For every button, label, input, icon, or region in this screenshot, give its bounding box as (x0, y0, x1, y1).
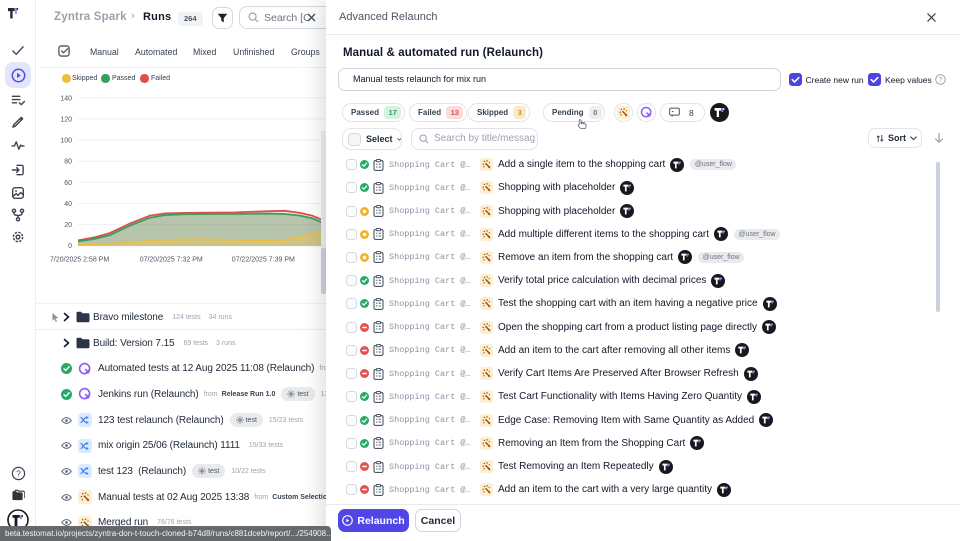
svg-text:7/20/2025 2:58 PM: 7/20/2025 2:58 PM (50, 257, 109, 264)
svg-text:100: 100 (60, 138, 72, 145)
svg-text:0: 0 (68, 243, 72, 250)
svg-text:140: 140 (60, 95, 72, 102)
svg-text:?: ? (16, 468, 21, 478)
svg-text:80: 80 (64, 159, 72, 166)
svg-text:40: 40 (64, 201, 72, 208)
svg-text:60: 60 (64, 180, 72, 187)
svg-text:07/20/2025 7:32 PM: 07/20/2025 7:32 PM (140, 257, 203, 264)
svg-text:?: ? (939, 77, 943, 84)
svg-text:07/22/2025 7:39 PM: 07/22/2025 7:39 PM (232, 257, 295, 264)
svg-text:120: 120 (60, 116, 72, 123)
svg-text:20: 20 (64, 222, 72, 229)
